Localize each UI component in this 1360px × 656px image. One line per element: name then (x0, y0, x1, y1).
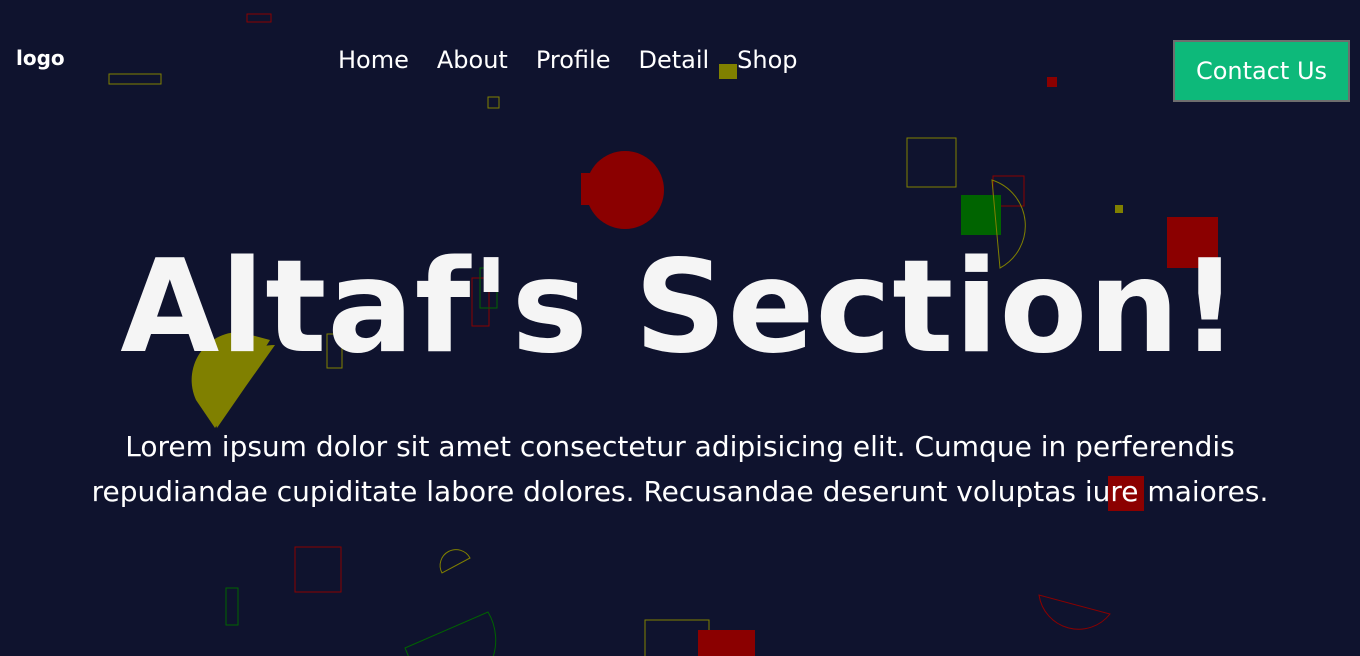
shape-filled-rect (1047, 77, 1057, 87)
shape-outline-rect (487, 96, 500, 109)
shape-outline-semicircle (1038, 594, 1111, 630)
shape-filled-circle (586, 151, 664, 229)
nav-item-profile[interactable]: Profile (536, 44, 611, 76)
shape-outline-rect (906, 137, 957, 188)
shape-outline-rect (225, 587, 239, 626)
shape-filled-rect (1115, 205, 1123, 213)
shape-outline-semicircle (439, 549, 471, 574)
shape-outline-rect (108, 73, 162, 85)
page: logo Home About Profile Detail Shop Cont… (0, 0, 1360, 656)
logo[interactable]: logo (16, 46, 65, 70)
nav-item-about[interactable]: About (437, 44, 508, 76)
nav-item-detail[interactable]: Detail (638, 44, 709, 76)
nav-item-home[interactable]: Home (338, 44, 409, 76)
contact-us-button[interactable]: Contact Us (1173, 40, 1350, 102)
shape-outline-rect (294, 546, 342, 593)
hero-title: Altaf's Section! (120, 233, 1240, 382)
shape-outline-rect (246, 13, 272, 23)
hero-description: Lorem ipsum dolor sit amet consectetur a… (91, 430, 1269, 508)
nav-item-shop[interactable]: Shop (737, 44, 797, 76)
shape-filled-rect (698, 630, 755, 656)
main-nav: Home About Profile Detail Shop (338, 44, 826, 76)
shape-outline-semicircle (404, 611, 497, 656)
